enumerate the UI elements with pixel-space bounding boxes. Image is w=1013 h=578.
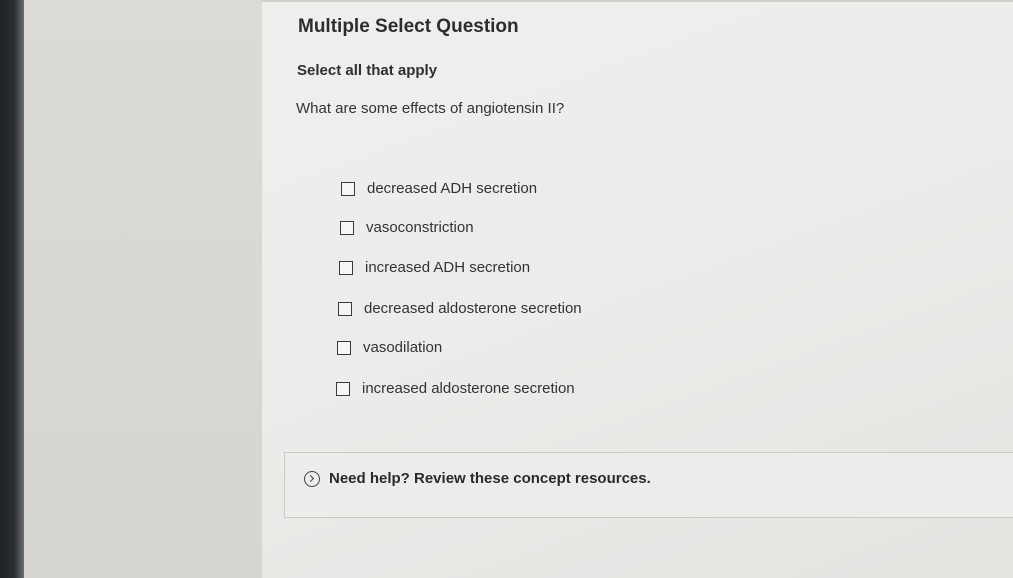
screen-edge [0,0,24,578]
help-toggle[interactable]: Need help? Review these concept resource… [304,470,651,487]
checkbox[interactable] [339,260,353,275]
checkbox[interactable] [336,381,350,396]
option-label: vasodilation [363,339,443,356]
checkbox[interactable] [340,220,354,235]
option-label: increased ADH secretion [365,259,531,276]
option-decreased-aldosterone[interactable]: decreased aldosterone secretion [338,300,582,317]
option-decreased-adh[interactable]: decreased ADH secretion [341,180,537,197]
option-increased-adh[interactable]: increased ADH secretion [339,259,530,276]
left-panel [24,0,262,578]
question-prompt: What are some effects of angiotensin II? [296,100,565,117]
option-label: decreased ADH secretion [367,180,538,197]
checkbox[interactable] [338,301,352,316]
checkbox[interactable] [341,181,355,196]
checkbox[interactable] [337,340,351,355]
panel-top-border [262,0,1013,2]
option-label: decreased aldosterone secretion [364,300,582,317]
help-link-text[interactable]: Need help? Review these concept resource… [329,470,651,487]
option-vasodilation[interactable]: vasodilation [337,339,442,356]
option-label: increased aldosterone secretion [362,380,575,397]
option-label: vasoconstriction [366,219,474,236]
chevron-right-circle-icon[interactable] [304,470,320,487]
option-increased-aldosterone[interactable]: increased aldosterone secretion [336,380,575,397]
question-type-heading: Multiple Select Question [298,16,519,37]
question-instruction: Select all that apply [297,62,438,79]
option-vasoconstriction[interactable]: vasoconstriction [340,219,474,236]
